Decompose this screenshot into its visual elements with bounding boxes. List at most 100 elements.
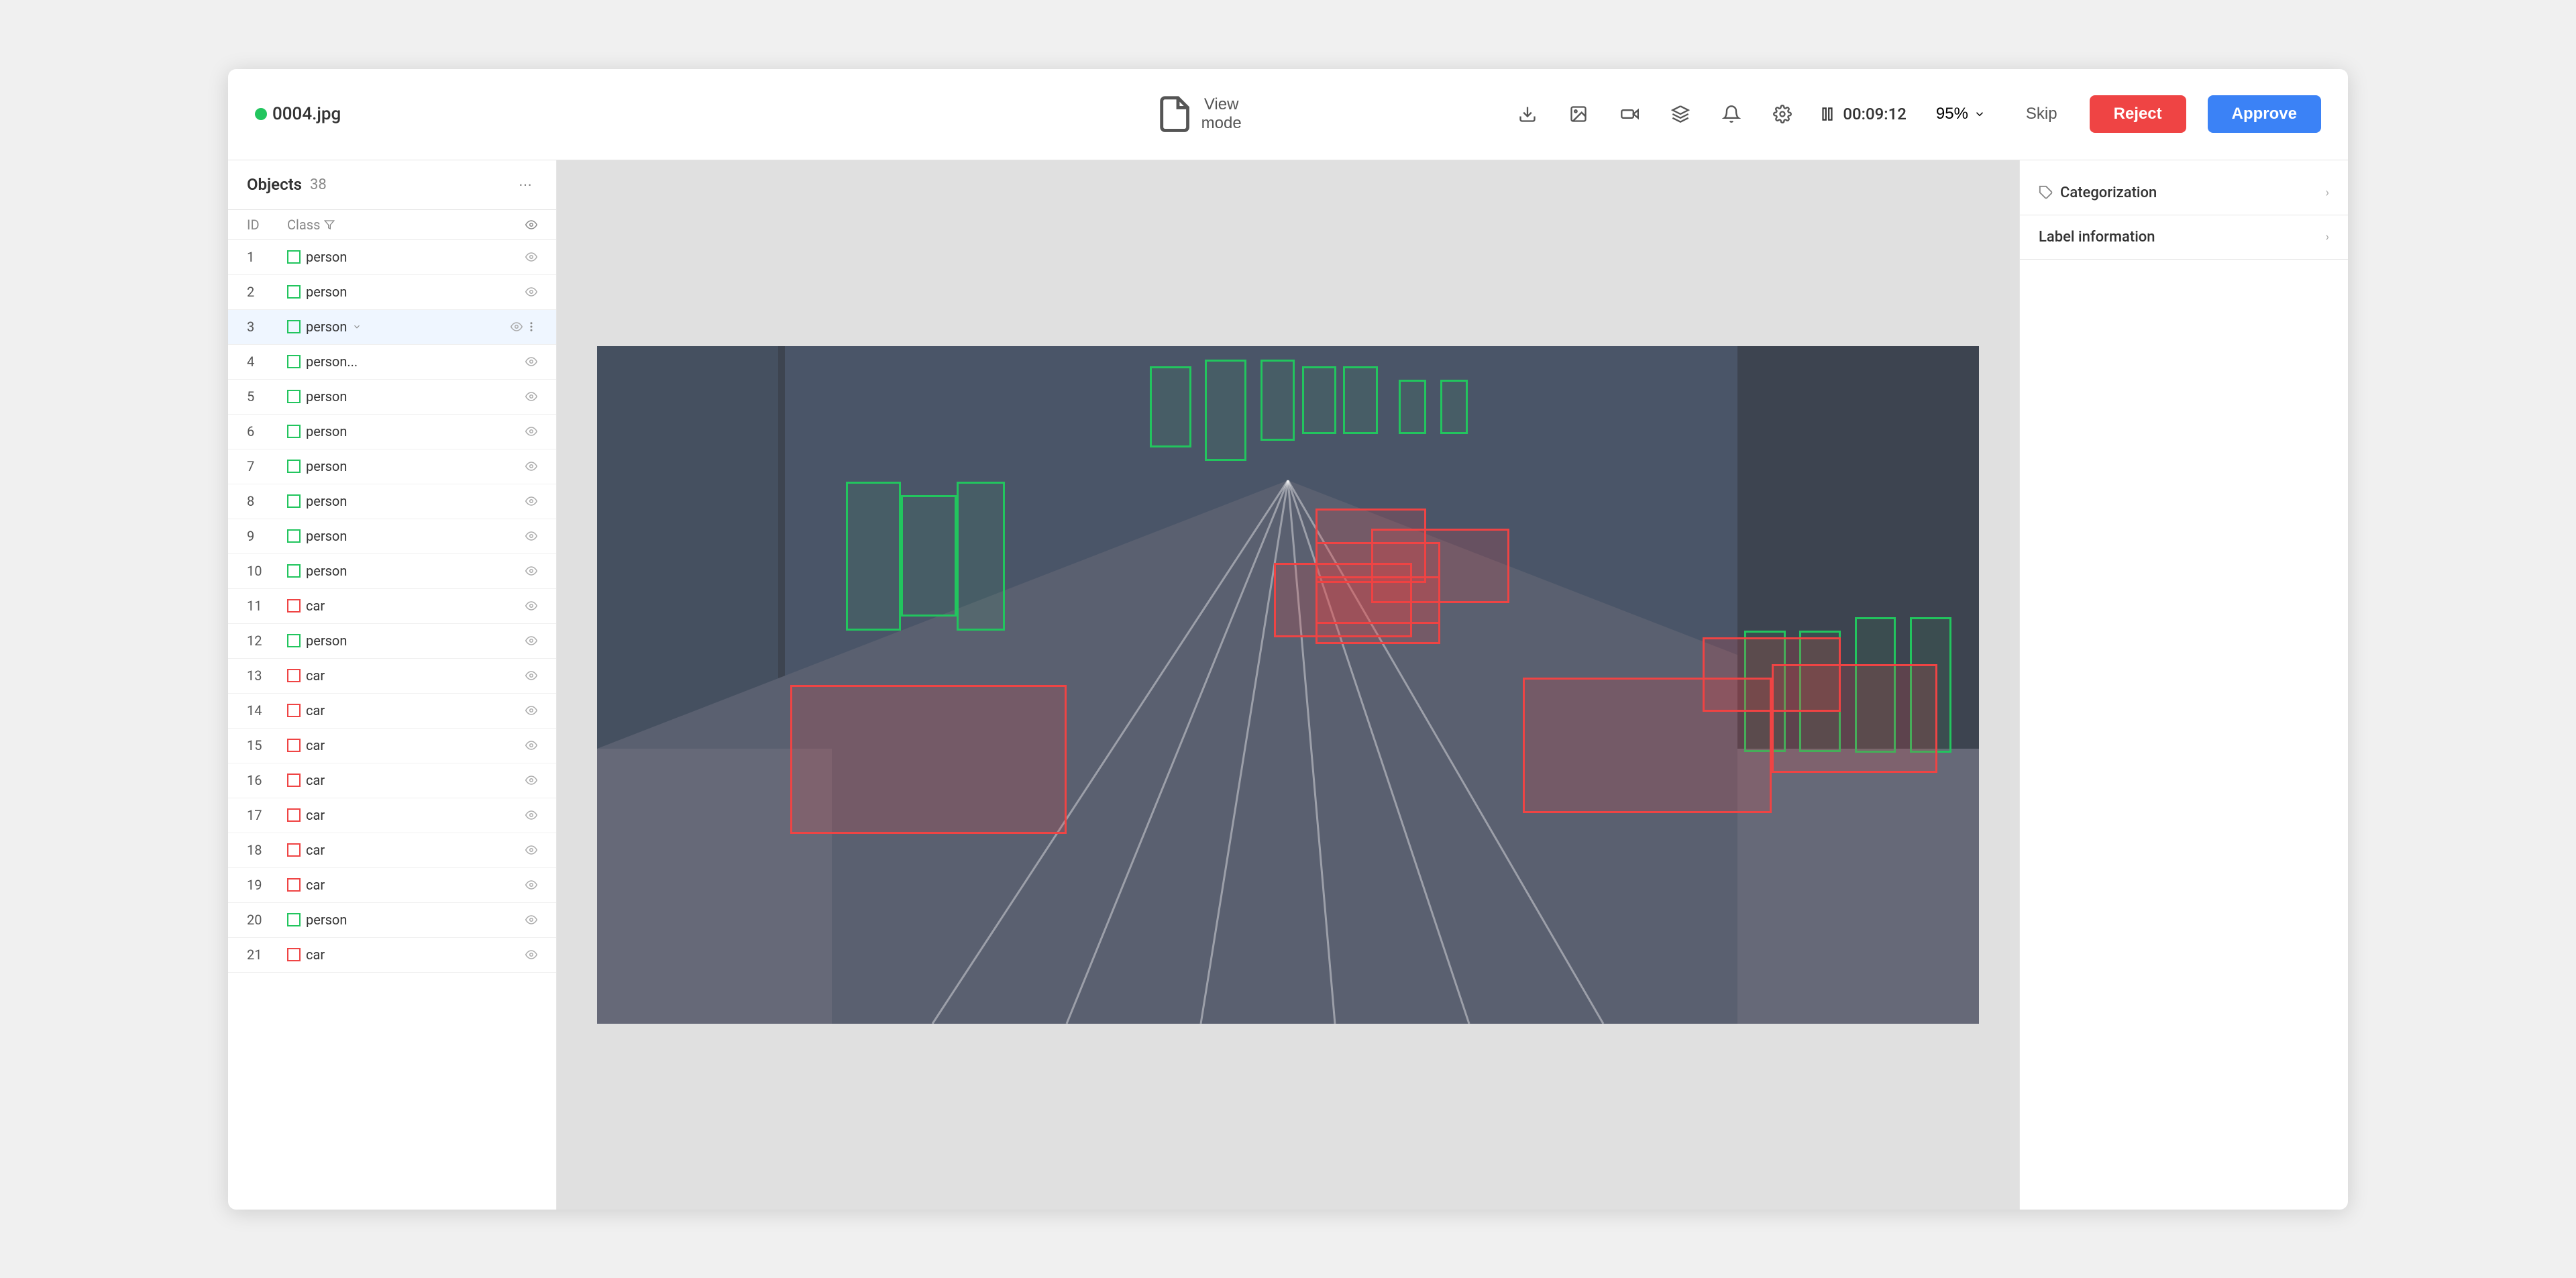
visibility-toggle[interactable] (508, 251, 537, 263)
skip-button[interactable]: Skip (2015, 101, 2068, 127)
list-item[interactable]: 17 car (228, 798, 556, 833)
class-icon (287, 808, 301, 822)
class-icon (287, 704, 301, 717)
visibility-toggle[interactable] (508, 495, 537, 507)
sidebar-menu-button[interactable]: ⋯ (513, 174, 537, 196)
visibility-toggle[interactable] (508, 460, 537, 472)
eye-icon (525, 949, 537, 961)
class-icon (287, 285, 301, 299)
header-center: View mode (884, 88, 1513, 140)
class-icon (287, 529, 301, 543)
reject-button[interactable]: Reject (2090, 95, 2186, 133)
eye-icon (525, 809, 537, 821)
list-item[interactable]: 8 person (228, 484, 556, 519)
class-icon (287, 425, 301, 438)
eye-icon (525, 565, 537, 577)
object-id: 21 (247, 947, 287, 963)
list-item[interactable]: 11 car (228, 589, 556, 624)
right-panel: Categorization › Label information › (2019, 160, 2348, 1210)
visibility-toggle[interactable] (508, 356, 537, 368)
label-information-title: Label information (2039, 229, 2155, 246)
object-id: 20 (247, 912, 287, 928)
list-item[interactable]: 2 person (228, 275, 556, 310)
object-id: 18 (247, 842, 287, 858)
pause-icon (1819, 105, 1836, 123)
class-icon (287, 634, 301, 647)
visibility-toggle[interactable] (508, 739, 537, 751)
class-icon (287, 390, 301, 403)
view-mode-button[interactable]: View mode (1142, 88, 1254, 140)
list-item[interactable]: 12 person (228, 624, 556, 659)
list-item[interactable]: 16 car (228, 763, 556, 798)
class-label: car (306, 947, 325, 963)
timer-value: 00:09:12 (1843, 105, 1907, 123)
class-label: person (306, 423, 347, 439)
list-item[interactable]: 3 person (228, 310, 556, 345)
visibility-toggle[interactable] (508, 600, 537, 612)
video-icon[interactable] (1615, 99, 1644, 129)
canvas-area[interactable] (557, 160, 2019, 1210)
visibility-toggle[interactable] (508, 530, 537, 542)
more-icon[interactable] (525, 321, 537, 333)
label-information-header[interactable]: Label information › (2020, 215, 2348, 259)
visibility-toggle[interactable] (508, 774, 537, 786)
list-item[interactable]: 15 car (228, 729, 556, 763)
visibility-toggle[interactable] (508, 844, 537, 856)
class-label: person (306, 249, 347, 265)
categorization-chevron: › (2326, 186, 2329, 200)
label-information-section: Label information › (2020, 215, 2348, 260)
list-item[interactable]: 9 person (228, 519, 556, 554)
visibility-toggle[interactable] (508, 565, 537, 577)
class-icon (287, 913, 301, 926)
download-icon[interactable] (1513, 99, 1542, 129)
categorization-header[interactable]: Categorization › (2020, 171, 2348, 215)
visibility-toggle[interactable] (508, 879, 537, 891)
class-label: car (306, 668, 325, 684)
image-adjust-icon[interactable] (1564, 99, 1593, 129)
visibility-toggle[interactable] (508, 670, 537, 682)
list-item[interactable]: 18 car (228, 833, 556, 868)
list-item[interactable]: 13 car (228, 659, 556, 694)
eye-icon (511, 321, 523, 333)
approve-button[interactable]: Approve (2208, 95, 2321, 133)
list-item[interactable]: 5 person (228, 380, 556, 415)
list-item[interactable]: 1 person (228, 240, 556, 275)
layers-icon[interactable] (1666, 99, 1695, 129)
settings-icon[interactable] (1768, 99, 1797, 129)
class-icon (287, 250, 301, 264)
eye-icon (525, 530, 537, 542)
list-item[interactable]: 21 car (228, 938, 556, 973)
visibility-toggle[interactable] (508, 425, 537, 437)
visibility-toggle[interactable] (493, 321, 523, 333)
objects-count: 38 (310, 176, 327, 193)
eye-icon (525, 704, 537, 716)
list-item[interactable]: 4 person... (228, 345, 556, 380)
zoom-control[interactable]: 95% (1928, 101, 1994, 127)
visibility-toggle[interactable] (508, 286, 537, 298)
visibility-toggle[interactable] (508, 809, 537, 821)
class-icon (287, 564, 301, 578)
visibility-toggle[interactable] (508, 704, 537, 716)
eye-icon (525, 635, 537, 647)
bell-icon[interactable] (1717, 99, 1746, 129)
class-label: person (306, 563, 347, 579)
object-id: 11 (247, 598, 287, 614)
list-item[interactable]: 14 car (228, 694, 556, 729)
col-header-vis (508, 219, 537, 231)
list-item[interactable]: 10 person (228, 554, 556, 589)
visibility-toggle[interactable] (508, 635, 537, 647)
visibility-toggle[interactable] (508, 914, 537, 926)
list-item[interactable]: 20 person (228, 903, 556, 938)
filter-icon (324, 219, 335, 230)
list-item[interactable]: 7 person (228, 449, 556, 484)
visibility-toggle[interactable] (508, 949, 537, 961)
object-class: person (287, 493, 508, 509)
object-class: person (287, 284, 508, 300)
list-item[interactable]: 6 person (228, 415, 556, 449)
list-item[interactable]: 19 car (228, 868, 556, 903)
view-mode-label: View mode (1201, 95, 1242, 133)
class-icon (287, 669, 301, 682)
timer-display: 00:09:12 (1819, 105, 1907, 123)
eye-icon (525, 495, 537, 507)
visibility-toggle[interactable] (508, 390, 537, 403)
